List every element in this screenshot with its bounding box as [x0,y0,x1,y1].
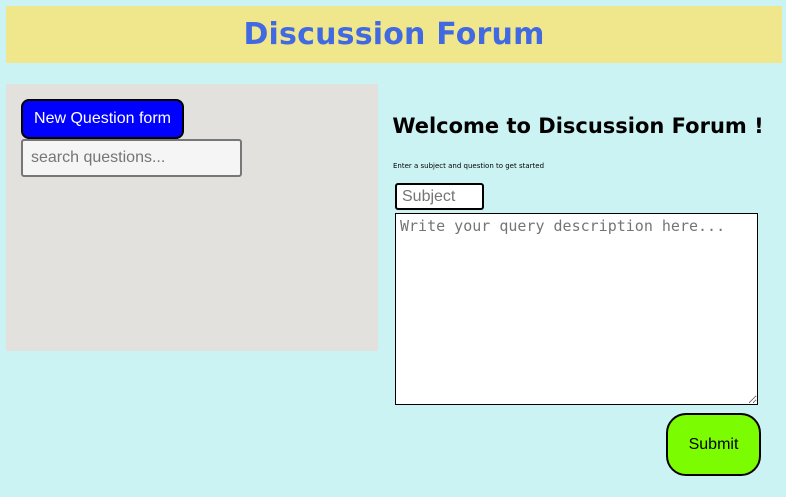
query-description-textarea[interactable] [395,213,758,405]
forum-header: Discussion Forum [6,6,782,63]
welcome-subtitle: Enter a subject and question to get star… [393,162,545,170]
page-title: Discussion Forum [243,17,545,52]
search-questions-input[interactable] [21,139,242,177]
subject-input[interactable] [395,183,484,210]
questions-sidebar: New Question form [6,84,378,351]
submit-button[interactable]: Submit [666,413,761,476]
welcome-heading: Welcome to Discussion Forum ! [392,114,764,138]
new-question-form-button[interactable]: New Question form [21,99,184,139]
